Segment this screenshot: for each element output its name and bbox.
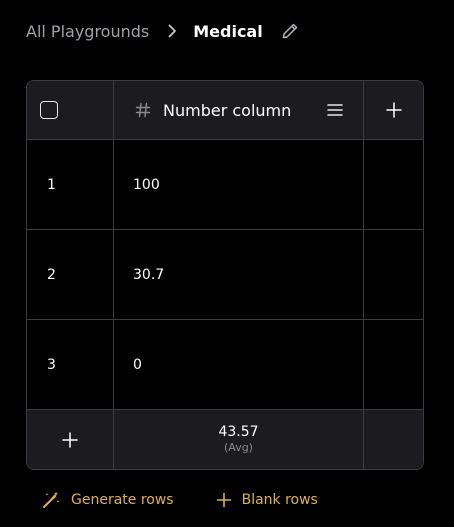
empty-cell bbox=[364, 230, 423, 319]
number-cell[interactable]: 0 bbox=[114, 320, 364, 409]
page-title: Medical bbox=[193, 21, 263, 41]
hash-icon bbox=[135, 102, 151, 118]
aggregate-value: 43.57 bbox=[218, 424, 259, 440]
row-number: 2 bbox=[47, 266, 56, 283]
blank-rows-button[interactable]: Blank rows bbox=[216, 492, 318, 508]
table-header-row: Number column bbox=[27, 81, 423, 140]
add-column-button[interactable] bbox=[364, 81, 423, 139]
cell-value: 100 bbox=[133, 176, 160, 193]
table-row[interactable]: 3 0 bbox=[27, 320, 423, 410]
generate-rows-button[interactable]: Generate rows bbox=[41, 490, 174, 510]
cell-value: 30.7 bbox=[133, 266, 165, 283]
row-actions: Generate rows Blank rows bbox=[41, 488, 318, 512]
generate-rows-label: Generate rows bbox=[71, 492, 174, 508]
cell-value: 0 bbox=[133, 356, 142, 373]
number-cell[interactable]: 30.7 bbox=[114, 230, 364, 319]
pencil-icon bbox=[281, 22, 299, 40]
table-row[interactable]: 1 100 bbox=[27, 140, 423, 230]
select-all-cell bbox=[27, 81, 114, 139]
magic-wand-icon bbox=[41, 490, 61, 510]
empty-cell bbox=[364, 320, 423, 409]
empty-cell bbox=[364, 140, 423, 229]
add-row-button[interactable] bbox=[27, 410, 114, 469]
table-row[interactable]: 2 30.7 bbox=[27, 230, 423, 320]
breadcrumb-all-playgrounds[interactable]: All Playgrounds bbox=[26, 22, 149, 41]
number-cell[interactable]: 100 bbox=[114, 140, 364, 229]
column-header[interactable]: Number column bbox=[114, 81, 364, 139]
aggregate-cell[interactable]: 43.57 (Avg) bbox=[114, 410, 364, 469]
column-name: Number column bbox=[163, 100, 292, 120]
edit-title-button[interactable] bbox=[281, 22, 299, 40]
aggregate-label: (Avg) bbox=[224, 441, 253, 454]
data-table: Number column 1 100 2 30.7 3 0 43.57 (Av… bbox=[26, 80, 424, 470]
row-number: 3 bbox=[47, 356, 56, 373]
select-all-checkbox[interactable] bbox=[40, 101, 58, 119]
table-footer-row: 43.57 (Avg) bbox=[27, 410, 423, 469]
chevron-right-icon bbox=[167, 24, 177, 38]
column-menu-button[interactable] bbox=[327, 103, 343, 117]
plus-icon bbox=[385, 102, 402, 118]
row-number: 1 bbox=[47, 176, 56, 193]
plus-icon bbox=[62, 431, 78, 448]
blank-rows-label: Blank rows bbox=[241, 492, 318, 508]
menu-icon bbox=[327, 103, 343, 117]
empty-cell bbox=[364, 410, 423, 469]
plus-icon bbox=[216, 492, 232, 508]
breadcrumb: All Playgrounds Medical bbox=[26, 18, 299, 44]
